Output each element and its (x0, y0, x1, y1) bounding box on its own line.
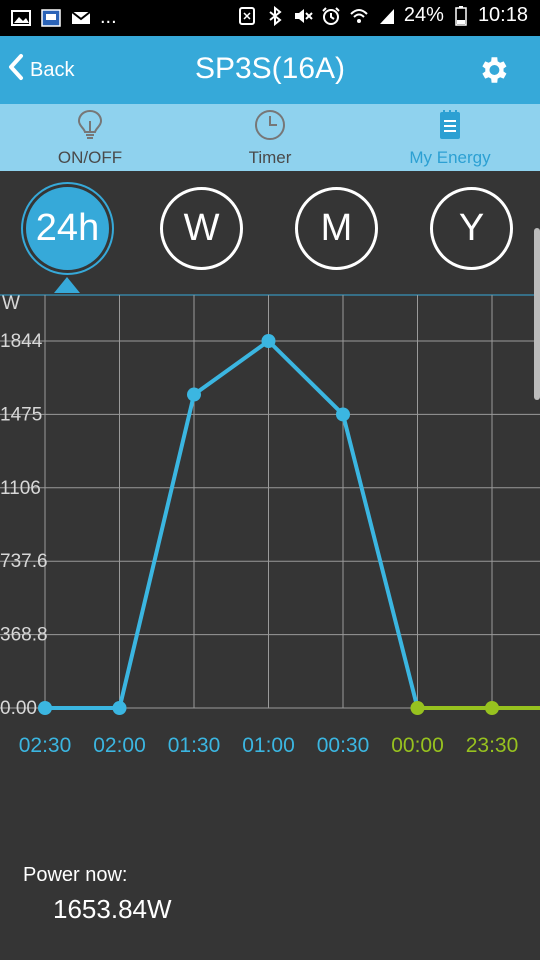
y-tick-label: 0.00 (0, 698, 37, 719)
y-tick-label: 737.6 (0, 551, 48, 572)
tab-label: ON/OFF (57, 148, 123, 167)
data-point (38, 701, 52, 715)
scrollbar[interactable] (534, 228, 540, 400)
tab-label: My Energy (409, 148, 491, 167)
clock: 10:18 (477, 4, 528, 26)
clock-icon (255, 110, 285, 140)
gear-icon (482, 57, 507, 83)
battery-percent: 24% (403, 4, 444, 26)
data-point (187, 387, 201, 402)
series-line-today (45, 339, 420, 710)
tab-my-energy[interactable]: My Energy (360, 104, 540, 171)
y-tick-label: 1475 (0, 404, 42, 425)
mute-icon (292, 7, 314, 25)
bulb-icon (77, 109, 103, 139)
status-bar: ... 24% 10:18 (0, 0, 540, 36)
energy-chart[interactable]: 0.00 368.8 737.6 1106 1475 1844 W 02:30 02:00 01:… (0, 280, 540, 770)
signal-icon (376, 7, 398, 25)
mail-icon (70, 9, 92, 27)
period-24h-button[interactable]: 24h (26, 187, 109, 270)
tab-label: Timer (248, 148, 292, 167)
x-tick-label: 01:00 (242, 734, 295, 757)
x-tick-label: 02:00 (93, 734, 146, 757)
battery-icon (450, 5, 472, 26)
app-header: Back SP3S(16A) (0, 36, 540, 104)
data-point (410, 701, 425, 715)
wifi-icon (348, 7, 370, 25)
bluetooth-icon (264, 5, 286, 26)
power-now-value: 1653.84W (53, 894, 172, 924)
tab-timer[interactable]: Timer (180, 104, 360, 171)
y-axis-label: W (2, 293, 20, 314)
data-point (336, 407, 350, 422)
gallery-icon (10, 9, 32, 27)
period-week-button[interactable]: W (160, 187, 243, 270)
alarm-icon (320, 6, 342, 25)
settings-button[interactable] (476, 53, 510, 87)
app-icon (40, 8, 62, 27)
y-tick-label: 1106 (0, 478, 41, 499)
more-notifications: ... (100, 6, 117, 28)
data-point (112, 701, 127, 715)
power-now-label: Power now: (23, 864, 128, 886)
period-month-button[interactable]: M (295, 187, 378, 270)
page-title: SP3S(16A) (194, 52, 346, 85)
data-point (261, 334, 276, 348)
x-tick-label: 00:00 (391, 734, 444, 757)
data-point (485, 701, 499, 715)
tab-bar: ON/OFF Timer My Energy (0, 104, 540, 171)
y-tick-label: 1844 (0, 331, 43, 352)
period-year-button[interactable]: Y (430, 187, 513, 270)
x-tick-label: 02:30 (19, 734, 72, 757)
nfc-icon (236, 6, 258, 25)
tab-on-off[interactable]: ON/OFF (0, 104, 180, 171)
y-tick-label: 368.8 (0, 625, 48, 646)
notepad-icon (440, 110, 460, 139)
period-selector: 24h W M Y (0, 171, 540, 295)
x-tick-label: 01:30 (168, 734, 221, 757)
x-tick-label: 23:30 (466, 734, 519, 757)
x-tick-label: 00:30 (317, 734, 370, 757)
